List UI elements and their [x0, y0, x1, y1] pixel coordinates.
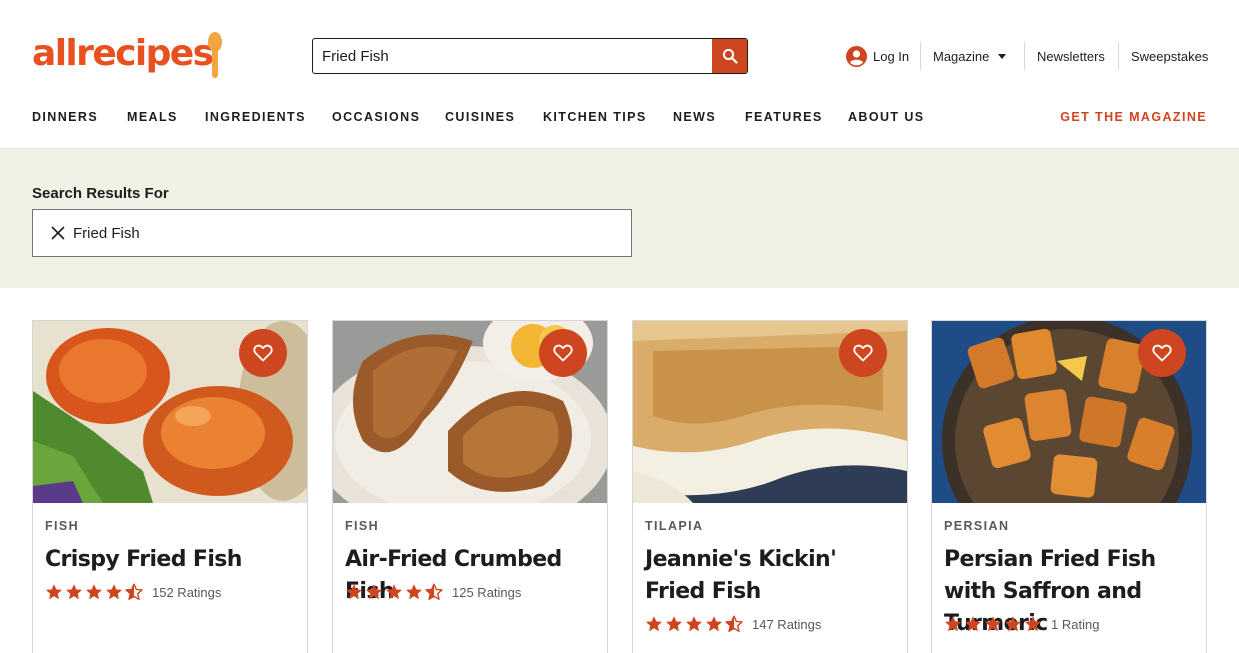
heart-icon	[853, 344, 873, 362]
ratings-count: 152 Ratings	[152, 584, 222, 600]
heart-icon	[553, 344, 573, 362]
login-label: Log In	[873, 48, 910, 64]
star-full-icon	[106, 584, 122, 600]
star-full-icon	[945, 616, 961, 632]
recipe-rating: 147 Ratings	[645, 615, 821, 633]
star-full-icon	[646, 616, 662, 632]
nav-item-kitchen-tips[interactable]: KITCHEN TIPS	[543, 110, 647, 124]
star-full-icon	[346, 584, 362, 600]
site-header: allrecipes Log In Magazine Newsletters S…	[0, 0, 1239, 148]
save-recipe-button[interactable]	[1138, 329, 1186, 377]
recipe-rating: 1 Rating	[944, 615, 1099, 633]
ratings-count: 1 Rating	[1051, 616, 1100, 632]
star-full-icon	[66, 584, 82, 600]
divider	[1118, 42, 1119, 70]
allrecipes-logo[interactable]: allrecipes	[32, 30, 232, 82]
star-full-icon	[1005, 616, 1021, 632]
star-full-icon	[46, 584, 62, 600]
star-rating	[345, 583, 443, 601]
star-full-icon	[686, 616, 702, 632]
nav-item-about-us[interactable]: ABOUT US	[848, 110, 924, 124]
star-half-icon	[725, 615, 743, 632]
star-half-icon	[425, 583, 443, 600]
spoon-icon	[208, 32, 222, 78]
nav-item-news[interactable]: NEWS	[673, 110, 716, 124]
divider	[920, 42, 921, 70]
newsletters-link[interactable]: Newsletters	[1037, 44, 1105, 68]
star-rating	[645, 615, 743, 633]
sweepstakes-link[interactable]: Sweepstakes	[1131, 44, 1208, 68]
star-full-icon	[1025, 616, 1041, 632]
search-icon	[722, 48, 738, 64]
star-full-icon	[406, 584, 422, 600]
search-bar	[312, 38, 748, 74]
recipe-rating: 152 Ratings	[45, 583, 221, 601]
nav-item-occasions[interactable]: OCCASIONS	[332, 110, 420, 124]
save-recipe-button[interactable]	[239, 329, 287, 377]
search-button[interactable]	[712, 39, 747, 73]
login-link[interactable]: Log In	[846, 44, 909, 68]
search-results-band: Search Results For	[0, 148, 1239, 288]
chevron-down-icon	[998, 53, 1007, 59]
nav-item-ingredients[interactable]: INGREDIENTS	[205, 110, 306, 124]
star-full-icon	[366, 584, 382, 600]
star-rating	[45, 583, 143, 601]
recipe-category: TILAPIA	[645, 519, 704, 533]
heart-icon	[253, 344, 273, 362]
search-query-input[interactable]	[73, 210, 613, 256]
logo-wordmark: allrecipes	[32, 33, 214, 74]
save-recipe-button[interactable]	[539, 329, 587, 377]
recipe-card[interactable]: FISH Air-Fried Crumbed Fish 125 Ratings	[332, 320, 608, 653]
star-full-icon	[666, 616, 682, 632]
star-full-icon	[965, 616, 981, 632]
search-results-label: Search Results For	[32, 185, 169, 202]
ratings-count: 125 Ratings	[452, 584, 522, 600]
recipe-title[interactable]: Crispy Fried Fish	[45, 544, 297, 576]
search-query-field	[32, 209, 632, 257]
nav-item-cuisines[interactable]: CUISINES	[445, 110, 515, 124]
get-magazine-link[interactable]: GET THE MAGAZINE	[1060, 110, 1207, 124]
magazine-label: Magazine	[933, 48, 990, 64]
magazine-dropdown[interactable]: Magazine	[933, 44, 1007, 68]
star-rating	[944, 615, 1042, 633]
nav-item-dinners[interactable]: DINNERS	[32, 110, 98, 124]
ratings-count: 147 Ratings	[752, 616, 822, 632]
save-recipe-button[interactable]	[839, 329, 887, 377]
sweepstakes-label: Sweepstakes	[1131, 48, 1209, 64]
recipe-category: PERSIAN	[944, 519, 1010, 533]
recipe-category: FISH	[345, 519, 380, 533]
star-half-icon	[125, 583, 143, 600]
star-full-icon	[386, 584, 402, 600]
search-input[interactable]	[313, 39, 713, 73]
star-full-icon	[86, 584, 102, 600]
heart-icon	[1152, 344, 1172, 362]
user-icon	[846, 45, 867, 67]
recipe-card[interactable]: PERSIAN Persian Fried Fish with Saffron …	[931, 320, 1207, 653]
star-full-icon	[706, 616, 722, 632]
nav-item-features[interactable]: FEATURES	[745, 110, 823, 124]
recipe-card[interactable]: FISH Crispy Fried Fish 152 Ratings	[32, 320, 308, 653]
recipe-card[interactable]: TILAPIA Jeannie's Kickin' Fried Fish 147…	[632, 320, 908, 653]
recipe-title[interactable]: Jeannie's Kickin' Fried Fish	[645, 544, 897, 608]
star-full-icon	[985, 616, 1001, 632]
newsletters-label: Newsletters	[1037, 48, 1105, 64]
recipe-category: FISH	[45, 519, 80, 533]
nav-item-meals[interactable]: MEALS	[127, 110, 178, 124]
close-icon[interactable]	[50, 225, 66, 241]
recipe-rating: 125 Ratings	[345, 583, 521, 601]
main-nav: DINNERS MEALS INGREDIENTS OCCASIONS CUIS…	[0, 110, 1239, 130]
divider	[1024, 42, 1025, 70]
